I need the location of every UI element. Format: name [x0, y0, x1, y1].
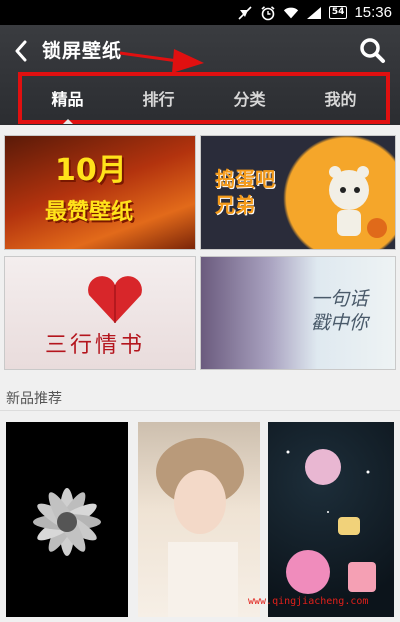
card-title: 三行情书 [45, 333, 146, 358]
clock: 15:36 [354, 4, 392, 21]
wifi-icon [283, 5, 299, 21]
new-item-cartoon[interactable] [268, 422, 394, 617]
featured-card-halloween[interactable]: 捣蛋吧 兄弟 [200, 135, 396, 250]
divider [0, 410, 400, 411]
annotation-arrow-icon [119, 49, 204, 73]
search-button[interactable] [358, 36, 386, 64]
featured-card-love-letter[interactable]: 三行情书 [4, 256, 196, 370]
card-subtitle: 最赞壁纸 [45, 200, 134, 225]
back-button[interactable] [10, 38, 32, 64]
app-header: 锁屏壁纸 精品 排行 分类 我的 [0, 25, 400, 125]
origami-heart-icon [88, 276, 142, 323]
signal-icon [306, 5, 322, 21]
featured-card-one-sentence[interactable]: 一句话 戳中你 [200, 256, 396, 370]
mummy-bear-icon [329, 166, 387, 238]
tab-category[interactable]: 分类 [204, 86, 295, 110]
new-item-flower[interactable] [6, 422, 128, 617]
tab-mine[interactable]: 我的 [295, 86, 386, 110]
status-bar: 54 15:36 [0, 0, 400, 25]
flower-icon [33, 488, 101, 556]
battery-icon: 54 [328, 6, 348, 19]
watermark: www.qingjiacheng.com [248, 596, 369, 607]
card-title: 捣蛋吧 兄弟 [215, 167, 275, 217]
section-title-new: 新品推荐 [6, 391, 62, 407]
alarm-icon [260, 5, 276, 21]
mute-icon [237, 5, 253, 21]
portrait-icon [156, 438, 244, 617]
page-title: 锁屏壁纸 [42, 40, 123, 62]
card-title: 10月 [55, 153, 127, 188]
cartoon-icon [286, 449, 376, 594]
featured-card-october[interactable]: 10月 最赞壁纸 [4, 135, 196, 250]
card-title: 一句话 戳中你 [311, 288, 369, 334]
tab-bar: 精品 排行 分类 我的 [18, 72, 390, 124]
new-item-portrait[interactable] [138, 422, 260, 617]
chevron-left-icon [15, 40, 27, 62]
tab-featured[interactable]: 精品 [22, 86, 113, 110]
tab-ranking[interactable]: 排行 [113, 86, 204, 110]
search-icon [360, 38, 385, 63]
